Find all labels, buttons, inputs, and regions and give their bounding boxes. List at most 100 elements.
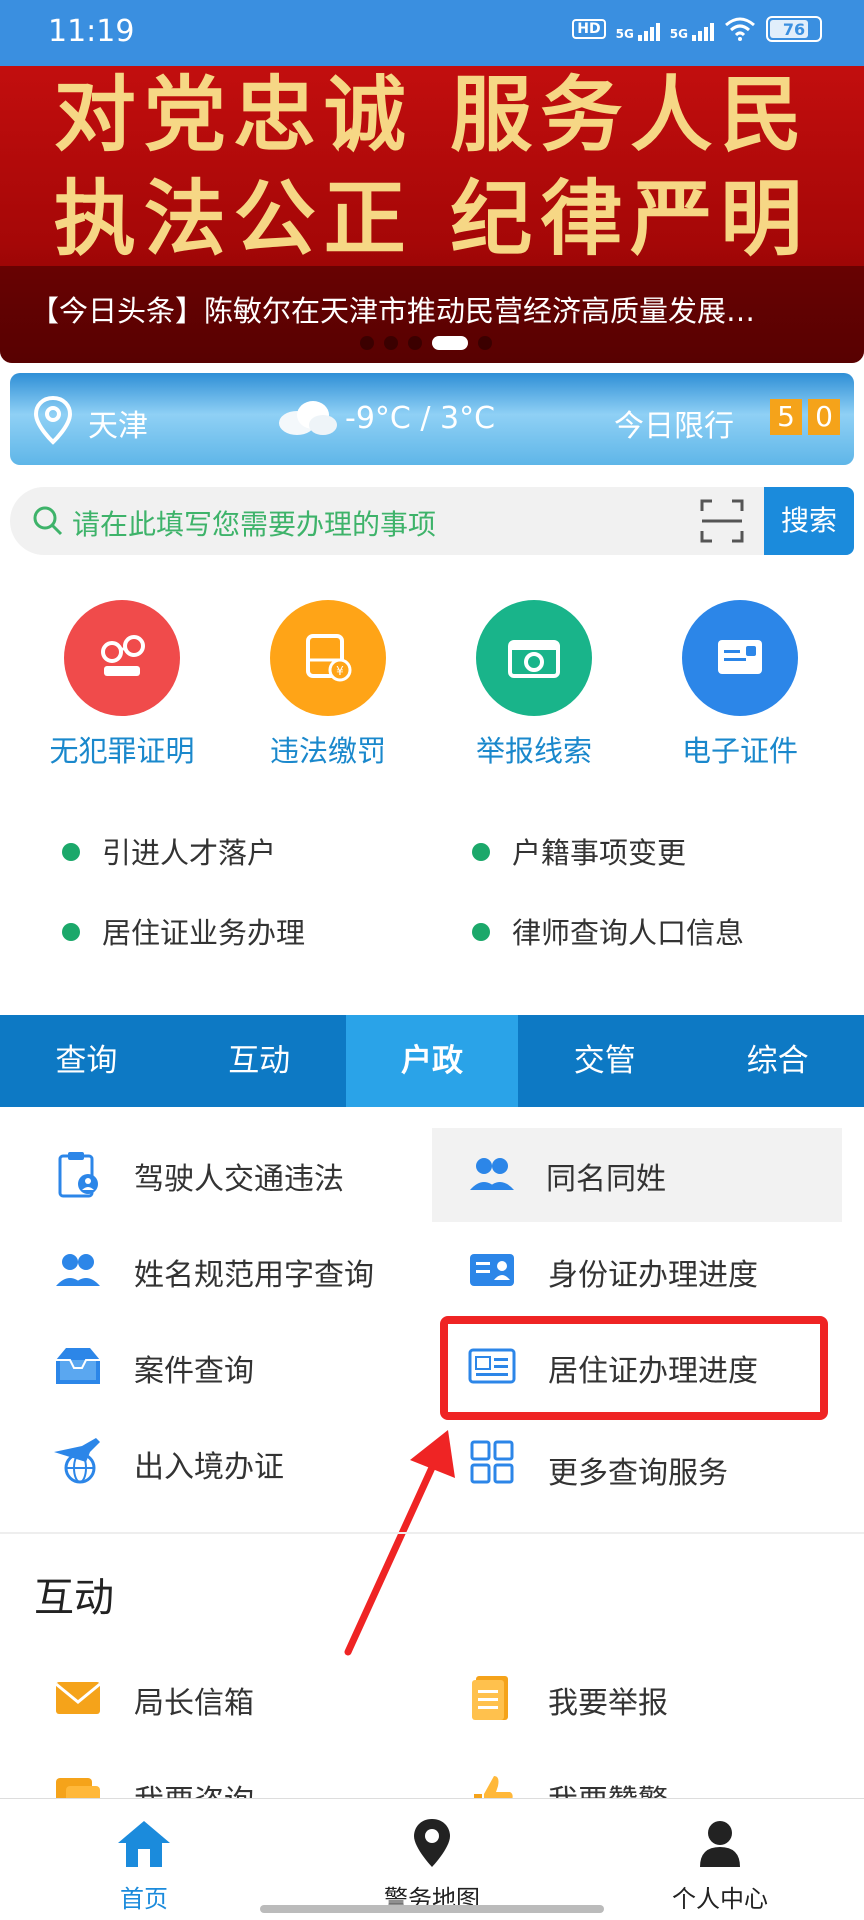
quick-link[interactable]: 户籍事项变更 — [472, 830, 686, 872]
wifi-icon — [725, 17, 755, 41]
nav-police-map[interactable]: 警务地图 — [332, 1817, 532, 1914]
service-name-standard[interactable]: 姓名规范用字查询 — [52, 1224, 432, 1318]
hd-icon: HD — [572, 19, 606, 39]
search-icon — [33, 506, 63, 536]
carousel-dot-active — [432, 336, 468, 350]
service-label: 案件查询 — [134, 1354, 254, 1389]
carousel-dot — [384, 336, 398, 350]
plane-globe-icon — [54, 1438, 100, 1484]
tab-interaction[interactable]: 互动 — [173, 1015, 346, 1107]
quick-service-label: 举报线索 — [475, 734, 592, 768]
service-same-name[interactable]: 同名同姓 — [432, 1128, 842, 1222]
nav-home[interactable]: 首页 — [44, 1817, 244, 1914]
service-label: 同名同姓 — [546, 1162, 666, 1197]
chat-icon — [56, 1778, 100, 1798]
carousel-dot — [408, 336, 422, 350]
weather-bar[interactable]: 天津 -9°C / 3°C 今日限行 5 0 — [10, 373, 854, 465]
category-tabs: 查询 互动 户政 交管 综合 — [0, 1015, 864, 1107]
banner-slogan-2: 执法公正 纪律严明 — [53, 171, 811, 267]
service-label: 我要赞警 — [548, 1776, 668, 1798]
service-director-mailbox[interactable]: 局长信箱 — [52, 1654, 432, 1744]
people-icon — [470, 1158, 514, 1190]
service-label: 局长信箱 — [134, 1686, 254, 1721]
camera-icon — [476, 600, 592, 716]
cloud-icon — [279, 401, 337, 435]
quick-service-no-crime[interactable]: 无犯罪证明 — [22, 600, 222, 770]
quick-service-label: 无犯罪证明 — [49, 734, 195, 768]
tab-query[interactable]: 查询 — [0, 1015, 173, 1107]
banner-carousel[interactable]: 对党忠诚 服务人民 执法公正 纪律严明 【今日头条】陈敏尔在天津市推动民营经济高… — [0, 66, 864, 363]
search-button[interactable]: 搜索 — [764, 487, 854, 555]
quick-service-label: 电子证件 — [681, 734, 798, 768]
service-driver-violation[interactable]: 驾驶人交通违法 — [52, 1128, 432, 1222]
bullet-dot — [62, 923, 80, 941]
service-id-card-progress[interactable]: 身份证办理进度 — [466, 1224, 846, 1318]
scan-icon[interactable] — [698, 497, 746, 545]
thumb-up-icon — [474, 1776, 513, 1798]
signal-icon: 5G — [670, 17, 714, 41]
status-icons: HD 5G 5G 76 — [572, 16, 822, 42]
bullet-dot — [472, 843, 490, 861]
battery-icon: 76 — [766, 16, 822, 42]
home-indicator[interactable] — [260, 1905, 604, 1913]
inbox-icon — [56, 1348, 100, 1384]
location-pin-icon — [33, 395, 73, 445]
service-label: 身份证办理进度 — [548, 1258, 758, 1293]
quick-service-label: 违法缴罚 — [269, 734, 386, 768]
service-label: 驾驶人交通违法 — [134, 1162, 344, 1197]
map-pin-icon — [414, 1819, 450, 1867]
user-icon — [700, 1821, 740, 1867]
service-label: 我要举报 — [548, 1686, 668, 1721]
section-divider — [0, 1532, 864, 1534]
home-icon — [118, 1821, 170, 1867]
quick-service-report-clue[interactable]: 举报线索 — [434, 600, 634, 770]
carousel-dots — [360, 336, 492, 350]
carousel-dot — [478, 336, 492, 350]
service-consult[interactable]: 我要咨询 — [52, 1752, 432, 1798]
clock: 11:19 — [48, 14, 135, 49]
nav-personal-center[interactable]: 个人中心 — [620, 1817, 820, 1914]
service-label: 出入境办证 — [134, 1450, 284, 1485]
service-label: 姓名规范用字查询 — [134, 1258, 374, 1293]
quick-link[interactable]: 居住证业务办理 — [62, 910, 305, 952]
weather-city: 天津 — [88, 409, 148, 444]
quick-service-fine-payment[interactable]: ¥ 违法缴罚 — [228, 600, 428, 770]
people-icon — [56, 1254, 100, 1286]
document-icon — [472, 1676, 508, 1720]
traffic-limit-label: 今日限行 — [614, 409, 734, 444]
service-report[interactable]: 我要举报 — [466, 1654, 846, 1744]
weather-temperature: -9°C / 3°C — [345, 401, 496, 436]
arrow-annotation — [344, 1430, 455, 1656]
quick-service-e-certificate[interactable]: 电子证件 — [640, 600, 840, 770]
bus-fine-icon: ¥ — [270, 600, 386, 716]
handcuffs-icon — [64, 600, 180, 716]
bullet-dot — [472, 923, 490, 941]
traffic-limit-number: 5 — [770, 399, 802, 435]
carousel-dot — [360, 336, 374, 350]
grid-icon — [470, 1440, 514, 1484]
traffic-limit-number: 0 — [808, 399, 840, 435]
nav-label: 首页 — [120, 1885, 168, 1913]
service-label: 更多查询服务 — [548, 1456, 728, 1491]
signal-icon: 5G — [616, 17, 660, 41]
tab-comprehensive[interactable]: 综合 — [691, 1015, 864, 1107]
tab-traffic[interactable]: 交管 — [518, 1015, 691, 1107]
section-title: 互动 — [34, 1575, 114, 1621]
nav-label: 个人中心 — [672, 1885, 768, 1913]
id-card-icon — [682, 600, 798, 716]
service-case-query[interactable]: 案件查询 — [52, 1320, 432, 1414]
service-label: 我要咨询 — [134, 1776, 254, 1798]
search-bar[interactable]: 请在此填写您需要办理的事项 搜索 — [10, 487, 854, 555]
clipboard-user-icon — [58, 1152, 98, 1198]
svg-text:¥: ¥ — [336, 664, 344, 678]
bottom-navigation: 首页 警务地图 个人中心 — [0, 1798, 864, 1920]
highlight-box — [440, 1316, 828, 1420]
quick-link[interactable]: 律师查询人口信息 — [472, 910, 744, 952]
bullet-dot — [62, 843, 80, 861]
quick-link[interactable]: 引进人才落户 — [62, 830, 276, 872]
search-input[interactable]: 请在此填写您需要办理的事项 — [72, 503, 436, 543]
tab-household[interactable]: 户政 — [345, 1015, 519, 1107]
mail-icon — [55, 1682, 101, 1714]
service-more-query[interactable]: 更多查询服务 — [466, 1416, 846, 1510]
service-praise-police[interactable]: 我要赞警 — [466, 1752, 846, 1798]
